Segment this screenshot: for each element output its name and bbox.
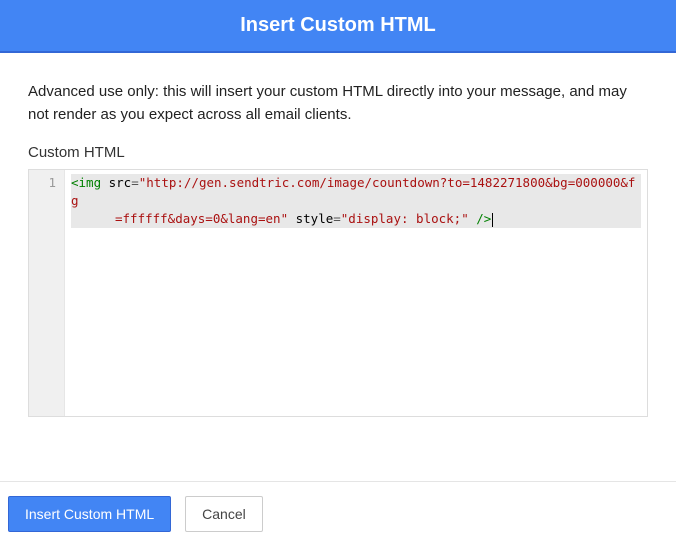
description-text: Advanced use only: this will insert your… bbox=[28, 81, 648, 126]
cancel-button[interactable]: Cancel bbox=[185, 496, 263, 532]
gutter-line-number: 1 bbox=[29, 174, 56, 192]
code-editor[interactable]: 1 <img src="http://gen.sendtric.com/imag… bbox=[28, 169, 648, 417]
dialog-footer: Insert Custom HTML Cancel bbox=[0, 481, 676, 546]
dialog-content: Advanced use only: this will insert your… bbox=[0, 53, 676, 481]
dialog-header: Insert Custom HTML bbox=[0, 0, 676, 51]
code-area[interactable]: <img src="http://gen.sendtric.com/image/… bbox=[65, 170, 647, 416]
insert-button[interactable]: Insert Custom HTML bbox=[8, 496, 171, 532]
code-line-1: <img src="http://gen.sendtric.com/image/… bbox=[71, 174, 641, 228]
text-cursor bbox=[492, 213, 493, 227]
dialog-title: Insert Custom HTML bbox=[240, 14, 436, 36]
field-label: Custom HTML bbox=[28, 144, 648, 161]
code-gutter: 1 bbox=[29, 170, 65, 416]
